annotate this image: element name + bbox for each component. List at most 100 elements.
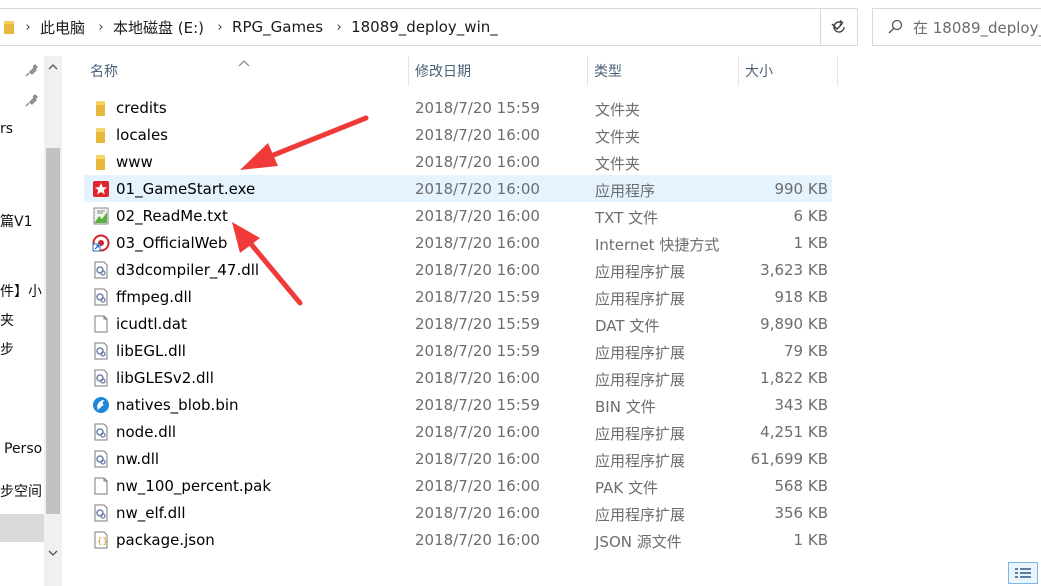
file-size: 343 KB	[774, 396, 828, 414]
nav-scrollbar[interactable]	[44, 56, 62, 586]
file-row[interactable]: www 2018/7/20 16:00 文件夹	[84, 148, 832, 175]
column-header-name[interactable]: 名称	[84, 56, 408, 86]
file-modified-date: 2018/7/20 16:00	[415, 207, 540, 225]
file-row[interactable]: nw.dll 2018/7/20 16:00 应用程序扩展 61,699 KB	[84, 445, 832, 472]
file-name: 02_ReadMe.txt	[116, 207, 228, 225]
file-name: nw_elf.dll	[116, 504, 186, 522]
file-modified-date: 2018/7/20 15:59	[415, 342, 540, 360]
nav-selected-item[interactable]	[0, 514, 44, 542]
file-size: 568 KB	[774, 477, 828, 495]
breadcrumb-this-pc[interactable]: 此电脑	[38, 17, 91, 38]
nav-item[interactable]: Perso	[4, 441, 42, 457]
file-name: 01_GameStart.exe	[116, 180, 256, 198]
column-header-date[interactable]: 修改日期	[409, 56, 587, 86]
pin-icon[interactable]	[25, 92, 39, 107]
file-size: 918 KB	[774, 288, 828, 306]
text-file-icon	[92, 207, 110, 225]
file-row[interactable]: libEGL.dll 2018/7/20 15:59 应用程序扩展 79 KB	[84, 337, 832, 364]
file-row[interactable]: natives_blob.bin 2018/7/20 15:59 BIN 文件 343…	[84, 391, 832, 418]
file-size: 1 KB	[793, 234, 828, 252]
nav-item[interactable]: 篇V1	[0, 211, 32, 231]
file-modified-date: 2018/7/20 16:00	[415, 126, 540, 144]
scroll-down-icon[interactable]	[44, 544, 62, 562]
chevron-right-icon[interactable]: ›	[91, 20, 111, 35]
file-type: BIN 文件	[595, 398, 656, 416]
file-size: 356 KB	[774, 504, 828, 522]
search-icon	[887, 19, 903, 35]
file-name: 03_OfficialWeb	[116, 234, 228, 252]
scroll-up-icon[interactable]	[44, 58, 62, 76]
file-type: 应用程序扩展	[595, 371, 686, 389]
file-size: 1,822 KB	[760, 369, 828, 387]
file-row[interactable]: libGLESv2.dll 2018/7/20 16:00 应用程序扩展 1,822 …	[84, 364, 832, 391]
folder-icon	[92, 126, 110, 144]
file-row[interactable]: nw_100_percent.pak 2018/7/20 16:00 PAK 文件 5…	[84, 472, 832, 499]
file-type: 应用程序扩展	[595, 263, 686, 281]
folder-icon	[92, 99, 110, 117]
column-divider[interactable]	[837, 56, 838, 86]
file-row[interactable]: icudtl.dat 2018/7/20 15:59 DAT 文件 9,890 KB	[84, 310, 832, 337]
pin-icon[interactable]	[25, 62, 39, 77]
file-modified-date: 2018/7/20 16:00	[415, 531, 540, 549]
column-header-size[interactable]: 大小	[739, 56, 837, 86]
chevron-right-icon[interactable]: ›	[329, 20, 349, 35]
file-name: locales	[116, 126, 168, 144]
file-size: 1 KB	[793, 531, 828, 549]
column-header-type[interactable]: 类型	[588, 56, 738, 86]
nav-item[interactable]: rs	[0, 121, 13, 137]
file-type: 文件夹	[595, 155, 641, 173]
file-modified-date: 2018/7/20 16:00	[415, 153, 540, 171]
file-row[interactable]: locales 2018/7/20 16:00 文件夹	[84, 121, 832, 148]
nav-item[interactable]: 步	[0, 339, 14, 359]
file-row[interactable]: d3dcompiler_47.dll 2018/7/20 16:00 应用程序扩展 3…	[84, 256, 832, 283]
file-modified-date: 2018/7/20 16:00	[415, 369, 540, 387]
refresh-button[interactable]	[820, 8, 858, 46]
chevron-right-icon[interactable]: ›	[18, 20, 38, 35]
file-row[interactable]: 01_GameStart.exe 2018/7/20 16:00 应用程序 990 K…	[84, 175, 832, 202]
file-name: libGLESv2.dll	[116, 369, 214, 387]
breadcrumb-local-disk[interactable]: 本地磁盘 (E:)	[111, 17, 210, 38]
dll-icon	[92, 369, 110, 387]
file-explorer-window: › 此电脑 › 本地磁盘 (E:) › RPG_Games › 18089_de…	[0, 0, 1041, 586]
nav-item[interactable]: 件】小	[0, 281, 42, 301]
details-view-icon[interactable]	[1008, 562, 1038, 584]
file-type: 文件夹	[595, 128, 641, 146]
file-row[interactable]: {} package.json 2018/7/20 16:00 JSON 源文件 1 K…	[84, 526, 832, 553]
file-row[interactable]: 03_OfficialWeb 2018/7/20 16:00 Internet 快捷…	[84, 229, 832, 256]
navigation-pane: rs 篇V1 件】小 夹 步 Perso 步空间	[0, 56, 62, 586]
file-type: 应用程序扩展	[595, 425, 686, 443]
file-type: PAK 文件	[595, 479, 658, 497]
file-name: ffmpeg.dll	[116, 288, 192, 306]
chevron-right-icon[interactable]: ›	[210, 20, 230, 35]
file-type: TXT 文件	[595, 209, 659, 227]
web-shortcut-icon	[92, 234, 110, 252]
file-size: 61,699 KB	[750, 450, 828, 468]
nav-item[interactable]: 夹	[0, 310, 14, 330]
search-input[interactable]: 在 18089_deploy_win_ 中搜索	[872, 8, 1041, 46]
address-bar[interactable]: › 此电脑 › 本地磁盘 (E:) › RPG_Games › 18089_de…	[0, 8, 858, 46]
file-name: node.dll	[116, 423, 177, 441]
file-row[interactable]: credits 2018/7/20 15:59 文件夹	[84, 94, 832, 121]
dll-icon	[92, 342, 110, 360]
file-name: icudtl.dat	[116, 315, 187, 333]
file-name: credits	[116, 99, 167, 117]
dll-icon	[92, 504, 110, 522]
file-modified-date: 2018/7/20 16:00	[415, 234, 540, 252]
nav-item[interactable]: 步空间	[0, 481, 42, 501]
scrollbar-thumb[interactable]	[46, 148, 60, 514]
file-modified-date: 2018/7/20 16:00	[415, 180, 540, 198]
blank-file-icon	[92, 315, 110, 333]
dll-icon	[92, 423, 110, 441]
refresh-icon	[833, 19, 845, 33]
breadcrumb-current-folder[interactable]: 18089_deploy_win_	[349, 18, 504, 36]
file-modified-date: 2018/7/20 16:00	[415, 504, 540, 522]
file-row[interactable]: ffmpeg.dll 2018/7/20 15:59 应用程序扩展 918 KB	[84, 283, 832, 310]
file-name: package.json	[116, 531, 215, 549]
breadcrumb-rpg-games[interactable]: RPG_Games	[230, 18, 329, 36]
file-name: www	[116, 153, 153, 171]
bin-file-icon	[92, 396, 110, 414]
dll-icon	[92, 450, 110, 468]
file-row[interactable]: 02_ReadMe.txt 2018/7/20 16:00 TXT 文件 6 KB	[84, 202, 832, 229]
file-row[interactable]: node.dll 2018/7/20 16:00 应用程序扩展 4,251 KB	[84, 418, 832, 445]
file-row[interactable]: nw_elf.dll 2018/7/20 16:00 应用程序扩展 356 KB	[84, 499, 832, 526]
